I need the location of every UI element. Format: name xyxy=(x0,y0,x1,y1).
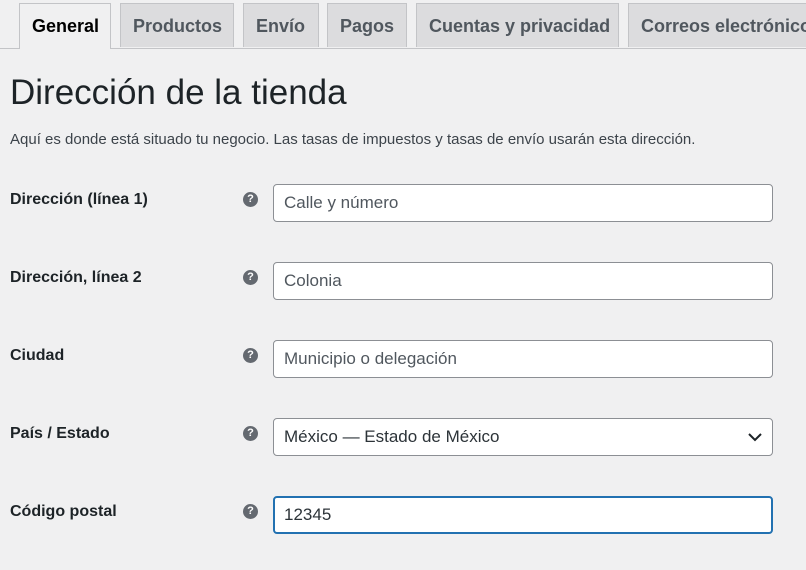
city-label: Ciudad xyxy=(10,347,65,364)
question-circle-icon[interactable]: ? xyxy=(243,192,258,207)
tab-productos[interactable]: Productos xyxy=(120,3,234,47)
tab-envio[interactable]: Envío xyxy=(243,3,319,47)
postcode-label: Código postal xyxy=(10,503,117,520)
address1-input[interactable] xyxy=(273,184,773,222)
tab-pagos[interactable]: Pagos xyxy=(327,3,407,47)
postcode-input[interactable] xyxy=(273,496,773,534)
address2-input[interactable] xyxy=(273,262,773,300)
address1-label: Dirección (línea 1) xyxy=(10,191,148,208)
row-city: Ciudad ? xyxy=(0,340,806,380)
tab-cuentas-privacidad[interactable]: Cuentas y privacidad xyxy=(416,3,619,47)
settings-tabs: General Productos Envío Pagos Cuentas y … xyxy=(0,0,806,49)
chevron-down-icon xyxy=(748,433,762,442)
tab-general[interactable]: General xyxy=(19,3,111,49)
city-input[interactable] xyxy=(273,340,773,378)
section-description: Aquí es donde está situado tu negocio. L… xyxy=(10,131,696,148)
country-selected-value: México — Estado de México xyxy=(284,427,500,446)
address2-label: Dirección, línea 2 xyxy=(10,269,142,286)
row-postcode: Código postal ? xyxy=(0,496,806,536)
row-country: País / Estado ? México — Estado de Méxic… xyxy=(0,418,806,458)
question-circle-icon[interactable]: ? xyxy=(243,348,258,363)
row-address2: Dirección, línea 2 ? xyxy=(0,262,806,302)
tab-correos-electronicos[interactable]: Correos electrónicos xyxy=(628,3,806,47)
page-title: Dirección de la tienda xyxy=(10,73,347,112)
row-address1: Dirección (línea 1) ? xyxy=(0,184,806,224)
question-circle-icon[interactable]: ? xyxy=(243,270,258,285)
country-select[interactable]: México — Estado de México xyxy=(273,418,773,456)
question-circle-icon[interactable]: ? xyxy=(243,504,258,519)
country-label: País / Estado xyxy=(10,425,110,442)
question-circle-icon[interactable]: ? xyxy=(243,426,258,441)
